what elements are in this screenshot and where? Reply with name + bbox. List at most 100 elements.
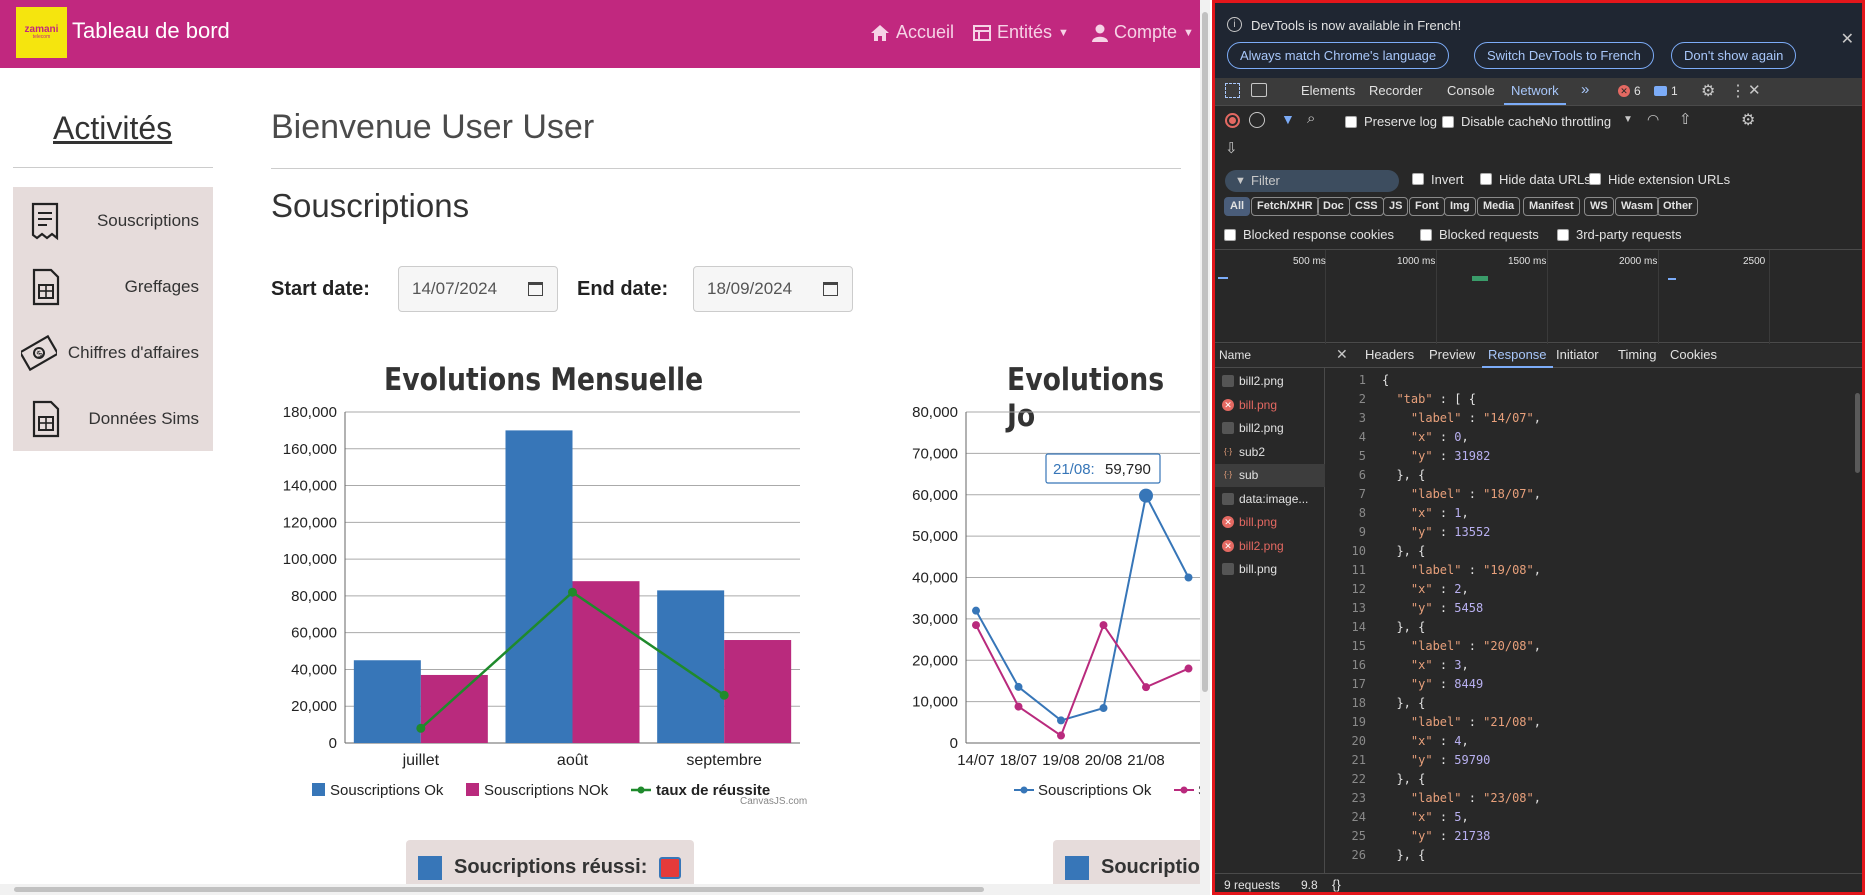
data-point: [719, 690, 729, 700]
hide-extension-urls-checkbox[interactable]: [1589, 173, 1601, 185]
preserve-log-checkbox[interactable]: [1345, 116, 1357, 128]
type-font-button[interactable]: Font: [1409, 197, 1445, 216]
brand-logo[interactable]: zamani telecom: [16, 7, 67, 58]
disable-cache-checkbox[interactable]: [1442, 116, 1454, 128]
scrollbar-thumb[interactable]: [1202, 12, 1208, 692]
y-tick-label: 100,000: [283, 551, 337, 568]
invert-checkbox[interactable]: [1412, 173, 1424, 185]
network-timeline[interactable]: 500 ms 1000 ms 1500 ms 2000 ms 2500: [1215, 249, 1862, 344]
tab-initiator[interactable]: Initiator: [1556, 347, 1599, 362]
request-row[interactable]: data:image...: [1215, 488, 1325, 511]
name-column-header[interactable]: Name: [1219, 348, 1251, 362]
filter-input[interactable]: ▼ Filter: [1225, 170, 1399, 192]
vertical-scrollbar[interactable]: [1200, 0, 1210, 895]
tab-console[interactable]: Console: [1447, 83, 1495, 98]
type-all-button[interactable]: All: [1224, 197, 1251, 216]
end-date-input[interactable]: 18/09/2024: [693, 266, 853, 312]
inspect-icon[interactable]: [1225, 83, 1240, 98]
type-doc-button[interactable]: Doc: [1317, 197, 1350, 216]
type-js-button[interactable]: JS: [1383, 197, 1409, 216]
type-fetch-button[interactable]: Fetch/XHR: [1251, 197, 1319, 216]
type-wasm-button[interactable]: Wasm: [1615, 197, 1659, 216]
sidebar-title: Activités: [53, 110, 173, 146]
error-icon[interactable]: ✕: [1618, 85, 1630, 97]
request-row[interactable]: ✕ bill2.png: [1215, 535, 1325, 558]
nav-account[interactable]: Compte ▼: [1092, 22, 1194, 43]
request-row[interactable]: bill.png: [1215, 558, 1325, 581]
caret-down-icon[interactable]: ▼: [1623, 114, 1633, 125]
error-count[interactable]: 6: [1634, 84, 1641, 98]
calendar-icon[interactable]: [528, 282, 543, 296]
download-icon[interactable]: ⇩: [1225, 139, 1238, 157]
type-media-button[interactable]: Media: [1477, 197, 1521, 216]
sidebar-item-chiffres[interactable]: $ Chiffres d'affaires: [13, 319, 213, 385]
line-number: 8: [1358, 506, 1366, 520]
response-viewer[interactable]: 1{2 "tab" : [ {3 "label" : "14/07", 4 "x"…: [1326, 368, 1856, 873]
close-icon[interactable]: ✕: [1841, 29, 1854, 49]
nav-home[interactable]: Accueil: [870, 22, 954, 43]
request-row[interactable]: bill2.png: [1215, 417, 1325, 440]
type-other-button[interactable]: Other: [1657, 197, 1699, 216]
tab-preview[interactable]: Preview: [1429, 347, 1475, 362]
throttling-select[interactable]: No throttling: [1541, 114, 1611, 129]
tab-network[interactable]: Network: [1504, 83, 1566, 105]
close-detail-icon[interactable]: ✕: [1336, 346, 1348, 363]
clear-icon[interactable]: [1249, 112, 1265, 128]
filter-funnel-icon[interactable]: ▼: [1281, 111, 1295, 127]
kebab-menu-icon[interactable]: ⋮: [1730, 81, 1746, 101]
device-toolbar-icon[interactable]: [1251, 83, 1267, 97]
third-party-checkbox[interactable]: [1557, 229, 1569, 241]
third-party-label: 3rd-party requests: [1576, 227, 1682, 242]
blocked-cookies-checkbox[interactable]: [1224, 229, 1236, 241]
type-ws-button[interactable]: WS: [1584, 197, 1614, 216]
type-css-button[interactable]: CSS: [1349, 197, 1384, 216]
settings-icon[interactable]: ⚙: [1741, 110, 1755, 130]
message-icon[interactable]: [1654, 86, 1667, 96]
close-devtools-icon[interactable]: ✕: [1748, 81, 1761, 99]
request-name: bill2.png: [1239, 374, 1284, 388]
scrollbar-thumb[interactable]: [14, 887, 984, 892]
switch-french-button[interactable]: Switch DevTools to French: [1474, 42, 1654, 69]
upload-icon[interactable]: ⇧: [1679, 110, 1692, 128]
request-row[interactable]: {·} sub: [1215, 464, 1325, 487]
request-row[interactable]: bill2.png: [1215, 370, 1325, 393]
tab-timing[interactable]: Timing: [1618, 347, 1657, 362]
sidebar-item-greffages[interactable]: Greffages: [13, 253, 213, 319]
type-img-button[interactable]: Img: [1444, 197, 1476, 216]
tab-recorder[interactable]: Recorder: [1369, 83, 1422, 98]
line-number: 5: [1358, 449, 1366, 463]
hide-data-urls-checkbox[interactable]: [1480, 173, 1492, 185]
toggle-icon[interactable]: [659, 856, 682, 879]
record-icon[interactable]: [1225, 113, 1240, 128]
tab-elements[interactable]: Elements: [1301, 83, 1355, 98]
line-number: 21: [1351, 753, 1366, 767]
pretty-print-icon[interactable]: {}: [1332, 877, 1341, 892]
more-tabs-icon[interactable]: »: [1581, 81, 1589, 98]
code-line: 19 "label" : "21/08",: [1326, 713, 1856, 732]
code-text: "y" : 59790: [1410, 753, 1491, 767]
request-row[interactable]: {·} sub2: [1215, 441, 1325, 464]
request-row[interactable]: ✕ bill.png: [1215, 394, 1325, 417]
blocked-requests-checkbox[interactable]: [1420, 229, 1432, 241]
calendar-icon[interactable]: [823, 282, 838, 296]
type-manifest-button[interactable]: Manifest: [1523, 197, 1580, 216]
code-text: "tab" : [ {: [1396, 392, 1476, 406]
message-count[interactable]: 1: [1671, 84, 1678, 98]
sidebar-item-donnees-sims[interactable]: Données Sims: [13, 385, 213, 451]
nav-entities[interactable]: Entités ▼: [973, 22, 1069, 43]
search-icon[interactable]: ⌕: [1307, 110, 1315, 127]
dont-show-button[interactable]: Don't show again: [1671, 42, 1797, 69]
wifi-icon[interactable]: ◠: [1647, 111, 1659, 128]
response-scrollbar-thumb[interactable]: [1855, 393, 1860, 473]
tab-response[interactable]: Response: [1482, 347, 1553, 368]
match-language-button[interactable]: Always match Chrome's language: [1227, 42, 1450, 69]
tab-cookies[interactable]: Cookies: [1670, 347, 1717, 362]
settings-icon[interactable]: ⚙: [1701, 81, 1715, 101]
horizontal-scrollbar[interactable]: [0, 884, 1200, 895]
brand-title[interactable]: Tableau de bord: [72, 18, 230, 44]
tab-headers[interactable]: Headers: [1365, 347, 1414, 362]
line-number: 13: [1351, 601, 1366, 615]
start-date-input[interactable]: 14/07/2024: [398, 266, 558, 312]
request-row[interactable]: ✕ bill.png: [1215, 511, 1325, 534]
sidebar-item-souscriptions[interactable]: Souscriptions: [13, 187, 213, 253]
